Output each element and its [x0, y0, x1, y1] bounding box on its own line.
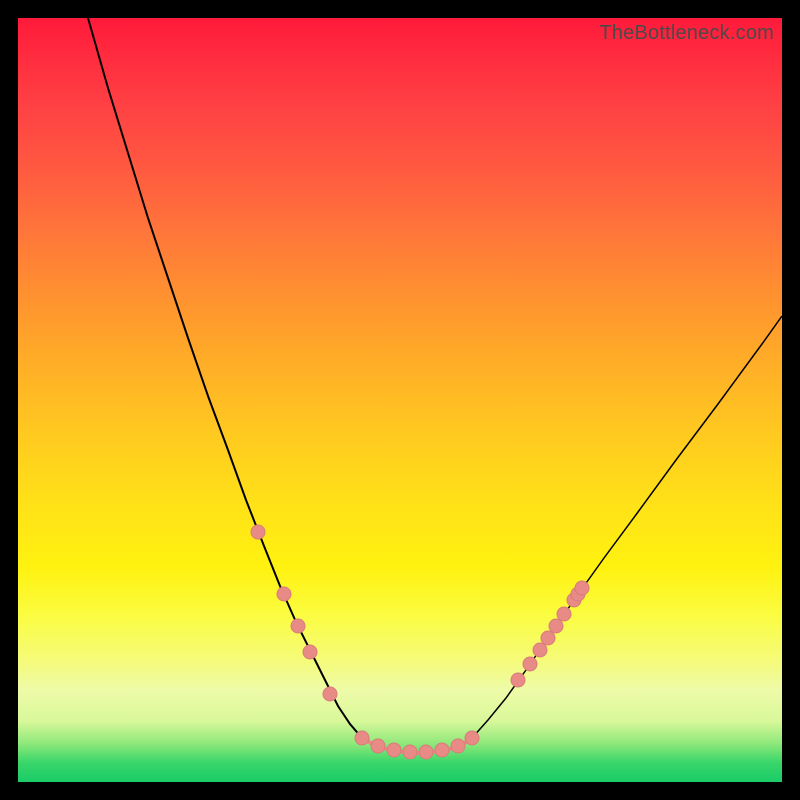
data-marker	[371, 739, 385, 753]
data-marker	[557, 607, 571, 621]
data-marker	[387, 743, 401, 757]
plot-area: TheBottleneck.com	[18, 18, 782, 782]
marker-group	[251, 525, 589, 759]
data-marker	[523, 657, 537, 671]
curve-left	[88, 18, 362, 738]
data-marker	[435, 743, 449, 757]
data-marker	[251, 525, 265, 539]
data-marker	[277, 587, 291, 601]
data-marker	[465, 731, 479, 745]
data-marker	[419, 745, 433, 759]
data-marker	[303, 645, 317, 659]
data-marker	[549, 619, 563, 633]
data-marker	[291, 619, 305, 633]
data-marker	[575, 581, 589, 595]
data-marker	[355, 731, 369, 745]
chart-frame: TheBottleneck.com	[0, 0, 800, 800]
data-marker	[541, 631, 555, 645]
data-marker	[323, 687, 337, 701]
data-marker	[511, 673, 525, 687]
data-marker	[403, 745, 417, 759]
data-marker	[451, 739, 465, 753]
data-marker	[533, 643, 547, 657]
chart-svg	[18, 18, 782, 782]
